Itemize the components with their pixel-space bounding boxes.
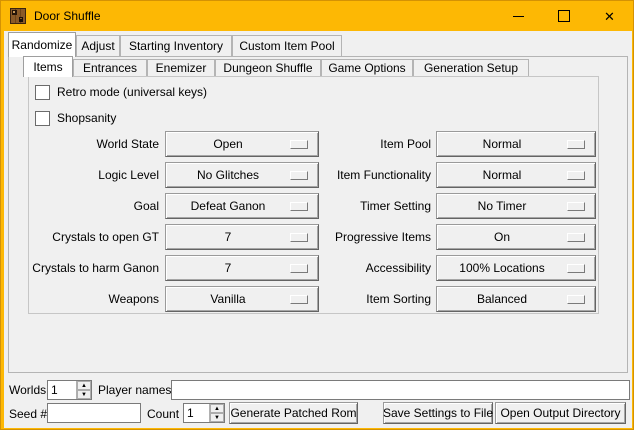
tab-generation-setup[interactable]: Generation Setup	[413, 59, 529, 76]
count-spinner[interactable]: ▲ ▼	[183, 403, 225, 423]
minimize-icon	[513, 16, 524, 17]
worlds-spin-down-icon[interactable]: ▼	[77, 390, 91, 399]
tab-adjust[interactable]: Adjust	[76, 35, 120, 56]
tab-dungeon-shuffle-label: Dungeon Shuffle	[223, 61, 312, 75]
dropdown-indicator-icon	[567, 295, 585, 304]
shopsanity-checkbox[interactable]: Shopsanity	[35, 110, 116, 126]
shopsanity-label: Shopsanity	[57, 111, 116, 125]
maximize-icon	[558, 10, 570, 22]
crystals-harm-ganon-value: 7	[166, 261, 290, 275]
dropdown-indicator-icon	[567, 140, 585, 149]
open-output-directory-label: Open Output Directory	[500, 406, 620, 420]
timer-setting-label: Timer Setting	[291, 193, 431, 219]
tab-randomize[interactable]: Randomize	[8, 32, 76, 57]
progressive-items-value: On	[437, 230, 567, 244]
worlds-spinner[interactable]: ▲ ▼	[47, 380, 92, 400]
item-pool-value: Normal	[437, 137, 567, 151]
open-output-directory-button[interactable]: Open Output Directory	[495, 402, 626, 424]
dropdown-indicator-icon	[567, 171, 585, 180]
progressive-items-dropdown[interactable]: On	[436, 224, 596, 250]
tab-generation-setup-label: Generation Setup	[424, 61, 518, 75]
count-label: Count	[147, 404, 179, 424]
goal-label: Goal	[31, 193, 159, 219]
close-icon: ✕	[604, 10, 615, 23]
save-settings-button[interactable]: Save Settings to File	[383, 402, 493, 424]
accessibility-label: Accessibility	[291, 255, 431, 281]
worlds-input[interactable]	[48, 381, 76, 399]
count-input[interactable]	[184, 404, 209, 422]
tab-game-options[interactable]: Game Options	[321, 59, 413, 76]
dropdown-indicator-icon	[567, 202, 585, 211]
count-spin-down-icon[interactable]: ▼	[210, 413, 224, 422]
crystals-open-gt-label: Crystals to open GT	[31, 224, 159, 250]
tab-enemizer-label: Enemizer	[156, 61, 207, 75]
tab-game-options-label: Game Options	[328, 61, 405, 75]
weapons-label: Weapons	[31, 286, 159, 312]
minimize-button[interactable]	[495, 1, 541, 31]
dropdown-indicator-icon	[567, 233, 585, 242]
retro-mode-checkbox[interactable]: Retro mode (universal keys)	[35, 84, 207, 100]
dropdown-indicator-icon	[567, 264, 585, 273]
item-pool-dropdown[interactable]: Normal	[436, 131, 596, 157]
logic-level-label: Logic Level	[31, 162, 159, 188]
tab-custom-item-pool-label: Custom Item Pool	[239, 39, 334, 53]
tab-items[interactable]: Items	[23, 56, 73, 77]
crystals-open-gt-value: 7	[166, 230, 290, 244]
checkbox-icon[interactable]	[35, 85, 50, 100]
maximize-button[interactable]	[541, 1, 587, 31]
window: Door Shuffle ✕ Randomize Adjust Starting…	[0, 0, 634, 430]
save-settings-label: Save Settings to File	[383, 406, 493, 420]
tab-entrances-label: Entrances	[83, 61, 137, 75]
item-functionality-label: Item Functionality	[291, 162, 431, 188]
item-sorting-dropdown[interactable]: Balanced	[436, 286, 596, 312]
logic-level-value: No Glitches	[166, 168, 290, 182]
tab-custom-item-pool[interactable]: Custom Item Pool	[232, 35, 342, 56]
worlds-label: Worlds	[9, 380, 46, 400]
player-names-label: Player names	[98, 380, 171, 400]
crystals-harm-ganon-label: Crystals to harm Ganon	[21, 255, 159, 281]
world-state-value: Open	[166, 137, 290, 151]
item-pool-label: Item Pool	[291, 131, 431, 157]
window-title: Door Shuffle	[34, 9, 101, 23]
accessibility-dropdown[interactable]: 100% Locations	[436, 255, 596, 281]
seed-label: Seed #	[9, 404, 47, 424]
tab-randomize-label: Randomize	[12, 38, 73, 52]
timer-setting-dropdown[interactable]: No Timer	[436, 193, 596, 219]
checkbox-icon[interactable]	[35, 111, 50, 126]
timer-setting-value: No Timer	[437, 199, 567, 213]
accessibility-value: 100% Locations	[437, 261, 567, 275]
retro-mode-label: Retro mode (universal keys)	[57, 85, 207, 99]
item-functionality-dropdown[interactable]: Normal	[436, 162, 596, 188]
tab-dungeon-shuffle[interactable]: Dungeon Shuffle	[215, 59, 321, 76]
tab-enemizer[interactable]: Enemizer	[147, 59, 215, 76]
door-icon	[10, 8, 26, 24]
close-button[interactable]: ✕	[587, 1, 632, 31]
tab-starting-inventory[interactable]: Starting Inventory	[120, 35, 232, 56]
seed-input[interactable]	[47, 403, 141, 423]
weapons-value: Vanilla	[166, 292, 290, 306]
tab-adjust-label: Adjust	[81, 39, 114, 53]
player-names-input[interactable]	[171, 380, 630, 400]
tab-items-label: Items	[33, 60, 62, 74]
count-spin-up-icon[interactable]: ▲	[210, 404, 224, 413]
worlds-spin-up-icon[interactable]: ▲	[77, 381, 91, 390]
item-sorting-label: Item Sorting	[291, 286, 431, 312]
goal-value: Defeat Ganon	[166, 199, 290, 213]
world-state-label: World State	[31, 131, 159, 157]
generate-patched-rom-label: Generate Patched Rom	[230, 406, 356, 420]
progressive-items-label: Progressive Items	[291, 224, 431, 250]
tab-starting-inventory-label: Starting Inventory	[129, 39, 223, 53]
tab-entrances[interactable]: Entrances	[73, 59, 147, 76]
item-sorting-value: Balanced	[437, 292, 567, 306]
generate-patched-rom-button[interactable]: Generate Patched Rom	[229, 402, 358, 424]
item-functionality-value: Normal	[437, 168, 567, 182]
